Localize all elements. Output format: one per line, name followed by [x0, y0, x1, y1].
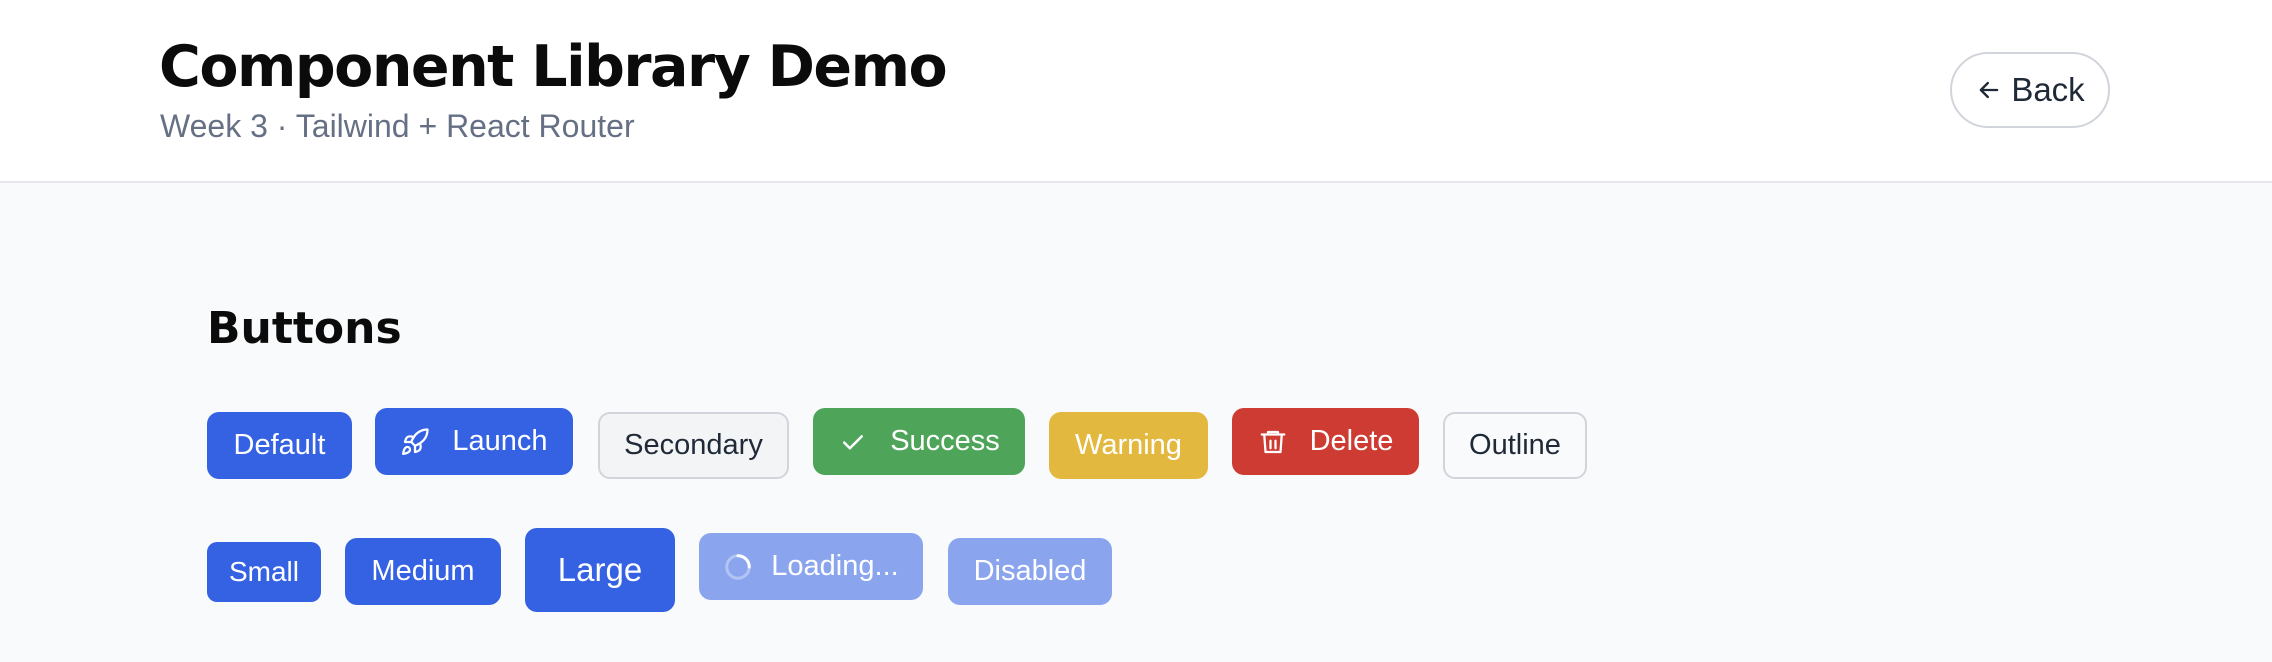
medium-button-label: Medium — [371, 555, 475, 587]
disabled-button: Disabled — [948, 538, 1112, 605]
warning-button-label: Warning — [1075, 429, 1182, 461]
default-button[interactable]: Default — [207, 412, 352, 479]
section-title-buttons: Buttons — [207, 303, 402, 354]
delete-button[interactable]: Delete — [1232, 408, 1419, 475]
outline-button-label: Outline — [1469, 429, 1561, 461]
spinner-icon — [723, 552, 753, 582]
check-icon — [838, 427, 868, 457]
large-button-label: Large — [557, 551, 643, 588]
disabled-button-label: Disabled — [973, 555, 1087, 587]
warning-button[interactable]: Warning — [1049, 412, 1208, 479]
back-button[interactable]: Back — [1950, 52, 2110, 128]
launch-button[interactable]: Launch — [375, 408, 573, 475]
small-button[interactable]: Small — [207, 542, 321, 602]
large-button[interactable]: Large — [525, 528, 675, 612]
delete-button-label: Delete — [1309, 425, 1394, 457]
loading-button: Loading... — [699, 533, 923, 600]
launch-button-label: Launch — [452, 425, 548, 457]
trash-icon — [1258, 427, 1288, 457]
back-button-label: Back — [2011, 71, 2085, 108]
page-header: Component Library Demo Week 3 · Tailwind… — [0, 0, 2272, 183]
loading-button-label: Loading... — [771, 550, 899, 582]
success-button-label: Success — [890, 425, 1000, 457]
secondary-button-label: Secondary — [624, 429, 763, 461]
outline-button[interactable]: Outline — [1443, 412, 1587, 479]
success-button[interactable]: Success — [813, 408, 1025, 475]
arrow-left-icon — [1975, 76, 2003, 104]
default-button-label: Default — [233, 429, 326, 461]
page-title: Component Library Demo — [159, 34, 948, 100]
small-button-label: Small — [228, 556, 299, 587]
page-subtitle: Week 3 · Tailwind + React Router — [160, 108, 635, 144]
rocket-icon — [400, 427, 430, 457]
medium-button[interactable]: Medium — [345, 538, 501, 605]
secondary-button[interactable]: Secondary — [598, 412, 789, 479]
